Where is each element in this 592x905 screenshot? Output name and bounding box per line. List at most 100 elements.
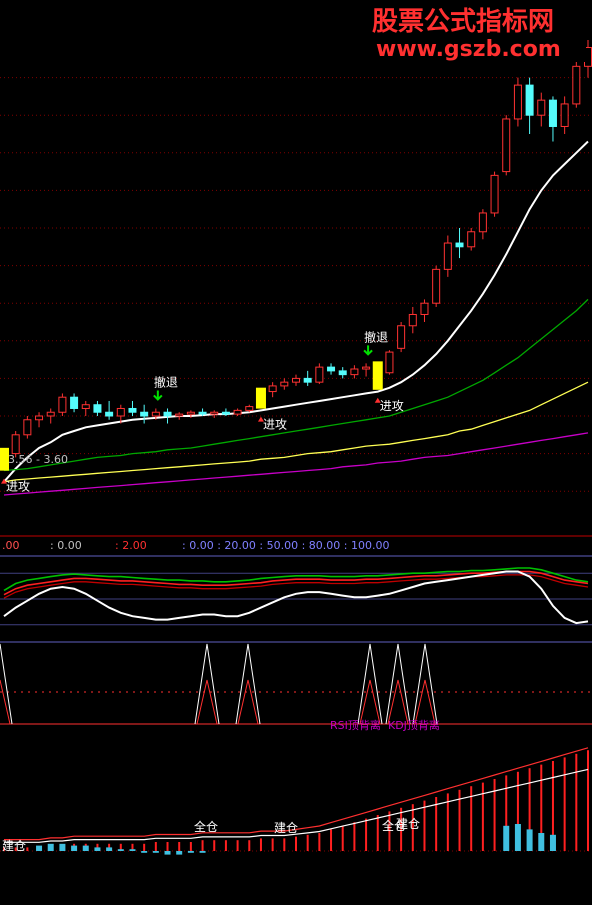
candle-body: [537, 99, 546, 116]
divergence-peak: [385, 643, 411, 725]
candle-body: [46, 411, 55, 417]
watermark: 股票公式指标网 www.gszb.com: [366, 0, 586, 62]
candle-body: [291, 377, 301, 383]
position-bar-cyan: [514, 824, 521, 851]
position-bar-red: [493, 779, 496, 851]
position-bar-cyan: [538, 833, 545, 851]
candle-body: [198, 411, 207, 415]
candle-body: [478, 212, 487, 233]
candle-body: [268, 385, 277, 393]
position-bar-red: [341, 825, 344, 851]
position-bar-red: [587, 750, 589, 851]
candle-body: [81, 404, 90, 409]
position-label: 建仓: [274, 821, 298, 835]
position-bar-cyan: [59, 843, 66, 851]
position-bar-red: [353, 822, 356, 851]
position-bar-red: [306, 834, 309, 851]
position-bar-red: [248, 840, 251, 851]
candle-body: [455, 242, 464, 248]
divergence-peak: [412, 643, 438, 725]
position-bar-red: [143, 843, 146, 851]
signal-label-attack: 进攻: [263, 418, 287, 432]
position-bar-cyan: [36, 845, 43, 851]
indicator-header-item: .00: [2, 539, 20, 552]
position-bar-red: [166, 842, 169, 851]
indicator-header-item: : 0.00: [50, 539, 82, 552]
position-bar-cyan: [549, 834, 556, 851]
position-bar-red: [563, 757, 566, 851]
position-bar-cyan: [152, 851, 159, 853]
position-bar-red: [365, 818, 368, 851]
candle-body: [338, 370, 347, 376]
watermark-title: 股票公式指标网: [372, 7, 554, 37]
candle-body: [210, 411, 219, 415]
position-bar-red: [318, 833, 321, 851]
signal-label-attack: 进攻: [6, 480, 30, 494]
candle-body: [35, 415, 44, 421]
candle-body: [221, 411, 230, 415]
oscillator-panel: [0, 555, 592, 643]
candle-body: [572, 65, 581, 105]
candle-body: [140, 411, 149, 417]
position-bar-cyan: [176, 851, 183, 855]
signal-label-attack: 进攻: [380, 399, 404, 413]
position-bar-cyan: [117, 849, 124, 851]
position-panel: [0, 747, 592, 855]
position-bar-red: [236, 840, 239, 851]
candle-body: [233, 409, 242, 415]
candle-body: [128, 407, 137, 413]
indicator-header-item: : 2.00: [115, 539, 147, 552]
position-bar-cyan: [164, 851, 171, 855]
divergence-inner-peak: [387, 679, 409, 725]
candle-body: [327, 366, 336, 372]
position-bar-cyan: [199, 851, 206, 853]
position-bar-red: [376, 815, 379, 851]
position-bar-red: [178, 842, 181, 851]
candle-body: [116, 407, 125, 417]
candle-body: [362, 366, 371, 370]
divergence-peak: [194, 643, 220, 725]
position-bar-cyan: [47, 843, 54, 851]
divergence-inner-peak: [359, 679, 381, 725]
position-bar-red: [26, 847, 29, 851]
divergence-inner-peak: [196, 679, 218, 725]
candle-body: [560, 103, 569, 127]
position-bar-cyan: [82, 845, 89, 851]
position-bar-red: [481, 782, 484, 851]
position-bar-red: [213, 840, 216, 851]
position-bar-cyan: [526, 829, 533, 851]
position-bar-red: [224, 840, 227, 851]
position-bar-red: [259, 838, 262, 851]
retreat-arrow-icon: [153, 390, 163, 401]
watermark-url: www.gszb.com: [376, 37, 561, 62]
candle-body: [548, 99, 557, 127]
candle-body: [513, 84, 522, 120]
rsi-divergence-label: RSI顶背离: [330, 718, 381, 732]
price-range-label: 3.56 - 3.60: [8, 453, 68, 466]
position-bar-cyan: [106, 847, 113, 851]
candle-body: [11, 434, 20, 455]
candle-body: [93, 404, 102, 413]
divergence-peak: [357, 643, 383, 725]
position-bar-red: [201, 840, 204, 851]
candle-body: [23, 419, 32, 436]
kdj-divergence-label: KDJ顶背离: [388, 718, 440, 732]
position-bar-cyan: [71, 845, 78, 851]
position-label: 建仓: [396, 817, 420, 831]
divergence-panel: [0, 643, 592, 725]
candle-body: [186, 411, 195, 415]
bottom-status-strip: [0, 898, 592, 905]
candle-body: [408, 313, 417, 327]
candle-body: [280, 381, 289, 387]
ma-line-magenta: [3, 432, 589, 496]
candle-body: [443, 242, 452, 270]
position-bar-red: [330, 829, 333, 851]
candle-body: [385, 351, 394, 374]
position-bar-cyan: [94, 847, 101, 851]
candle-body: [350, 368, 359, 376]
position-bar-cyan: [129, 849, 136, 851]
candle-body: [105, 411, 114, 417]
divergence-inner-peak: [414, 679, 436, 725]
candle-body: [525, 84, 534, 116]
divergence-peak: [235, 643, 261, 725]
